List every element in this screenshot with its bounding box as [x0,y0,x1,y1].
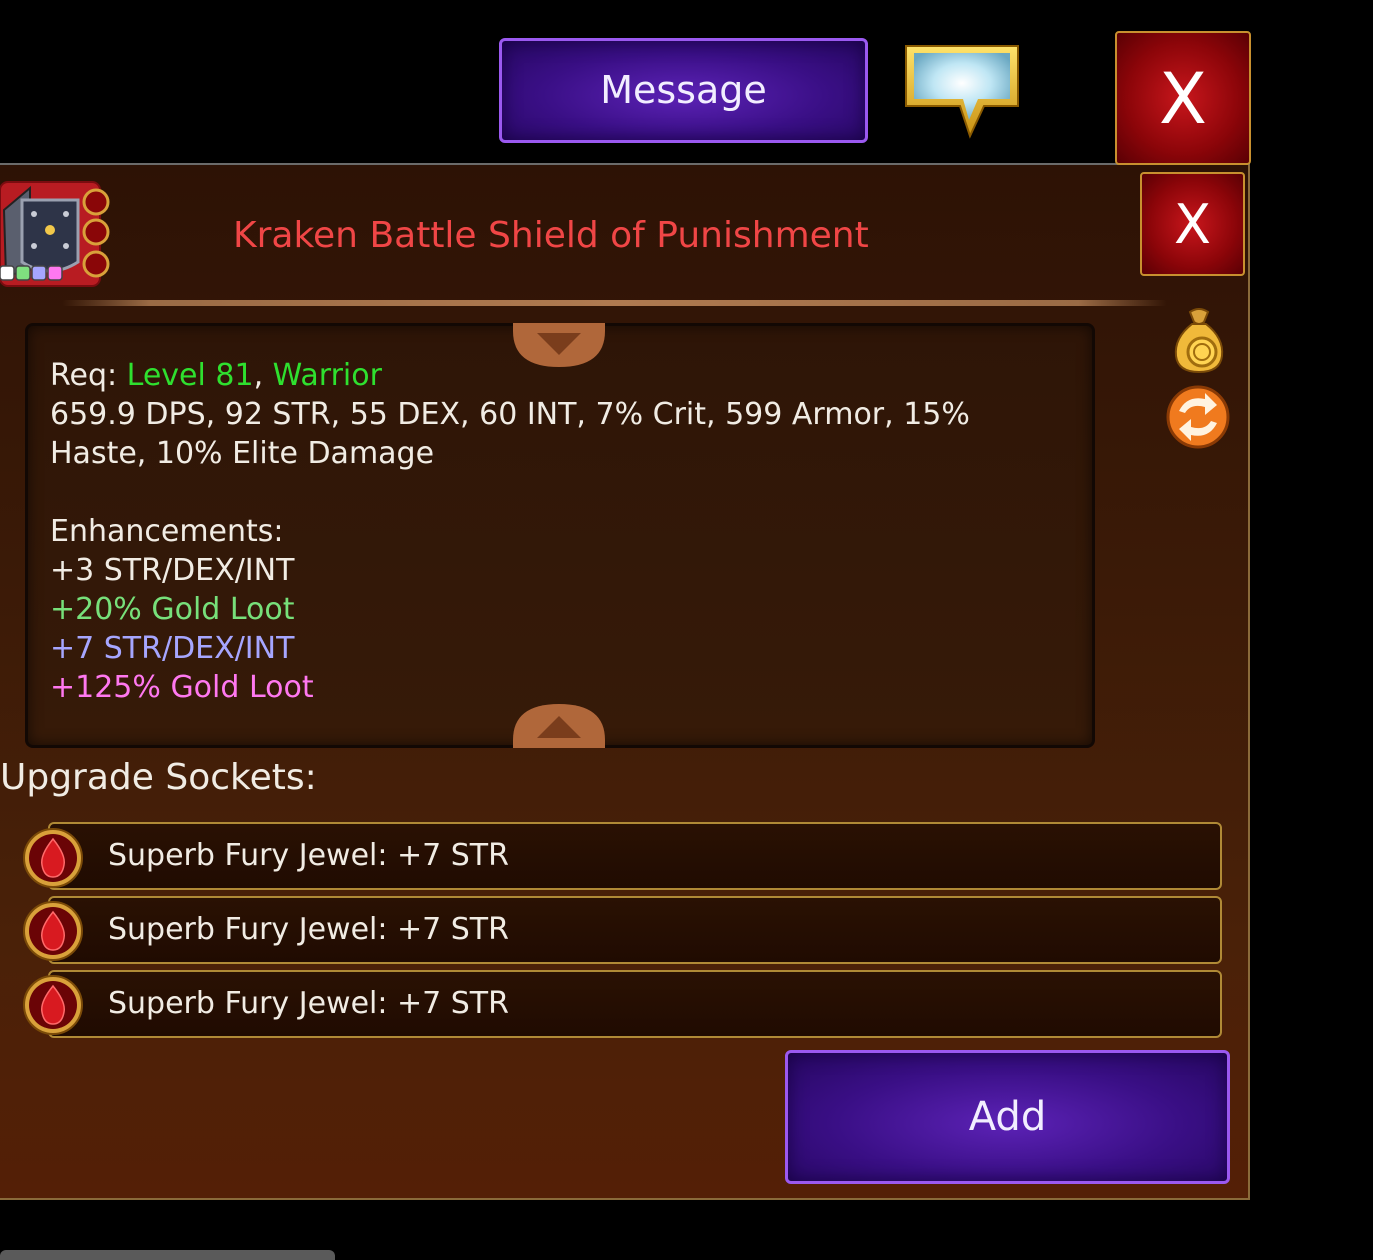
gold-bag-icon[interactable] [1170,308,1228,374]
item-stats-text: Req: Level 81, Warrior 659.9 DPS, 92 STR… [50,356,1070,707]
enhancements-heading: Enhancements: [50,514,284,549]
socket-label: Superb Fury Jewel: +7 STR [108,912,509,947]
right-backdrop [1250,165,1373,1260]
stats-line-2: Haste, 10% Elite Damage [50,436,435,471]
swap-icon[interactable] [1165,385,1231,449]
socket-row[interactable]: Superb Fury Jewel: +7 STR [48,970,1222,1038]
socket-row[interactable]: Superb Fury Jewel: +7 STR [48,822,1222,890]
req-separator: , [253,358,264,393]
close-panel-button[interactable]: X [1140,172,1245,276]
bottom-scrollbar[interactable] [0,1250,335,1260]
red-gem-icon [23,975,83,1035]
item-title: Kraken Battle Shield of Punishment [233,215,869,256]
add-button[interactable]: Add [785,1050,1230,1184]
red-gem-icon [23,828,83,888]
enhancement-uncommon: +20% Gold Loot [50,592,295,627]
close-window-button[interactable]: X [1115,31,1251,165]
enhancement-rare: +7 STR/DEX/INT [50,631,295,666]
socket-row[interactable]: Superb Fury Jewel: +7 STR [48,896,1222,964]
socket-label: Superb Fury Jewel: +7 STR [108,838,509,873]
upgrade-sockets-heading: Upgrade Sockets: [0,757,317,798]
enhancement-common: +3 STR/DEX/INT [50,553,295,588]
chat-bubble-icon[interactable] [900,40,1024,140]
req-class: Warrior [272,358,382,393]
socket-label: Superb Fury Jewel: +7 STR [108,986,509,1021]
stats-line-1: 659.9 DPS, 92 STR, 55 DEX, 60 INT, 7% Cr… [50,397,970,432]
req-level: Level 81 [126,358,254,393]
scroll-down-arrow-icon[interactable] [513,704,605,748]
item-shield-icon [0,181,110,287]
enhancement-epic: +125% Gold Loot [50,670,314,705]
message-button[interactable]: Message [499,38,868,143]
title-divider [62,300,1167,306]
req-label: Req: [50,358,118,393]
red-gem-icon [23,901,83,961]
requirement-line: Req: Level 81, Warrior [50,356,1070,395]
